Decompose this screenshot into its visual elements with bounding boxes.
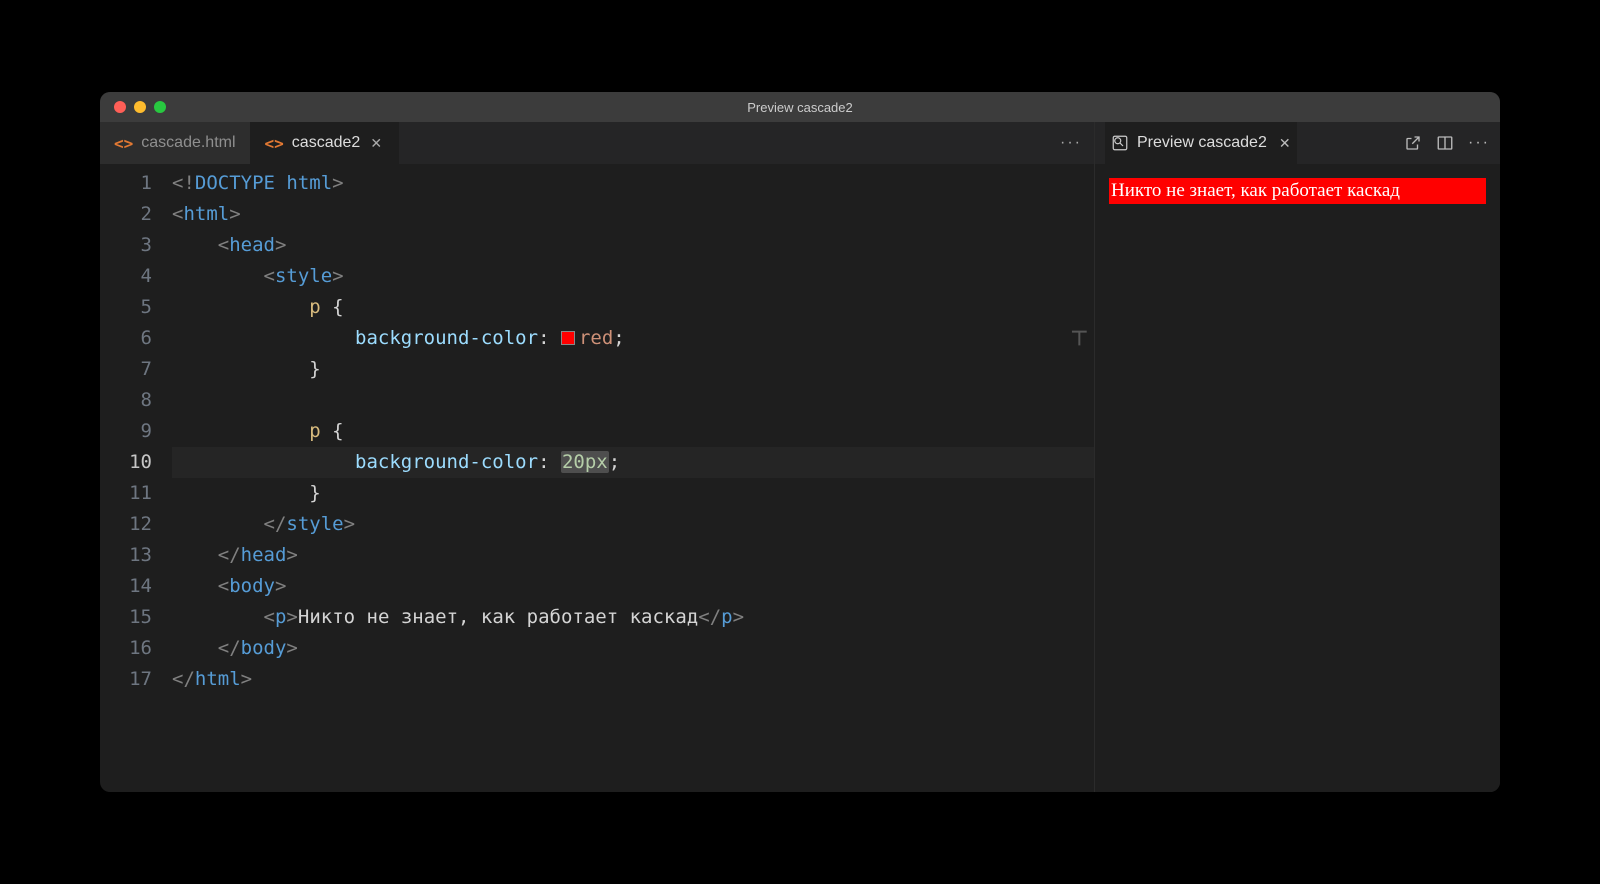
close-window-button[interactable] <box>114 101 126 113</box>
preview-tab[interactable]: Preview cascade2 ✕ <box>1105 122 1297 164</box>
split-editor-icon[interactable] <box>1436 134 1454 152</box>
preview-icon <box>1111 134 1129 152</box>
window-title: Preview cascade2 <box>100 100 1500 115</box>
open-external-icon[interactable] <box>1404 134 1422 152</box>
main-split: <> cascade.html <> cascade2 ✕ ··· 1 2 3 <box>100 122 1500 792</box>
code-editor[interactable]: 1 2 3 4 5 6 7 8 9 10 11 12 13 14 15 16 1 <box>100 164 1094 792</box>
window-controls <box>100 101 166 113</box>
preview-tabbar: Preview cascade2 ✕ ··· <box>1095 122 1500 164</box>
color-swatch-icon <box>561 331 575 345</box>
editor-pane: <> cascade.html <> cascade2 ✕ ··· 1 2 3 <box>100 122 1095 792</box>
code-content[interactable]: <!DOCTYPE html> <html> <head> <style> p … <box>172 164 1094 792</box>
app-window: Preview cascade2 <> cascade.html <> casc… <box>100 92 1500 792</box>
preview-viewport: Никто не знает, как работает каскад <box>1095 164 1500 792</box>
close-tab-icon[interactable]: ✕ <box>368 135 384 152</box>
code-icon: <> <box>114 134 133 153</box>
editor-tab-actions: ··· <box>1048 122 1094 164</box>
titlebar: Preview cascade2 <box>100 92 1500 122</box>
preview-paragraph: Никто не знает, как работает каскад <box>1109 178 1486 204</box>
close-preview-icon[interactable]: ✕ <box>1279 135 1291 152</box>
maximize-window-button[interactable] <box>154 101 166 113</box>
wrap-column-marker-icon: ⊤ <box>1071 324 1088 355</box>
preview-tab-label: Preview cascade2 <box>1137 134 1267 152</box>
line-gutter: 1 2 3 4 5 6 7 8 9 10 11 12 13 14 15 16 1 <box>100 164 172 792</box>
tab-cascade-html[interactable]: <> cascade.html <box>100 122 251 164</box>
code-icon: <> <box>265 134 284 153</box>
minimize-window-button[interactable] <box>134 101 146 113</box>
editor-tabbar: <> cascade.html <> cascade2 ✕ ··· <box>100 122 1094 164</box>
tab-label: cascade2 <box>292 134 361 152</box>
preview-pane: Preview cascade2 ✕ ··· Никто не знает, к… <box>1095 122 1500 792</box>
more-actions-icon[interactable]: ··· <box>1468 134 1490 152</box>
tab-label: cascade.html <box>141 134 235 152</box>
tab-cascade2[interactable]: <> cascade2 ✕ <box>251 122 400 164</box>
more-actions-icon[interactable]: ··· <box>1060 134 1082 152</box>
